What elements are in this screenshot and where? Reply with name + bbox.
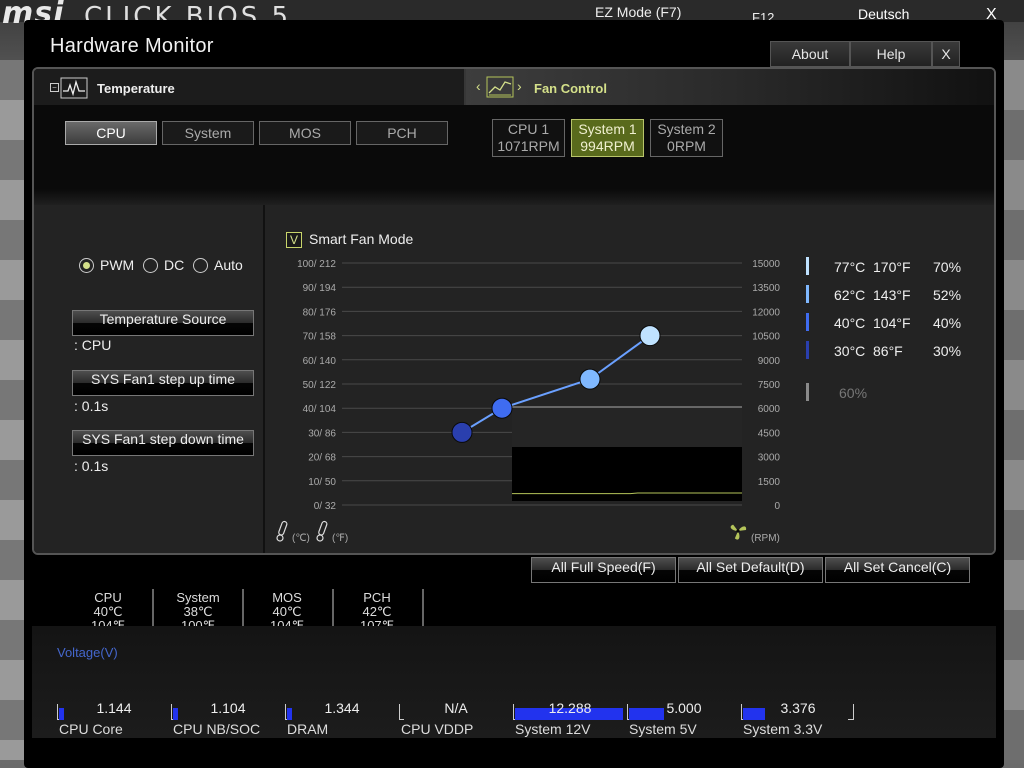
thermometer-tube — [278, 520, 288, 536]
legend-color-bar — [806, 341, 809, 359]
legend-color-bar — [806, 313, 809, 331]
right-axis-tick: 7500 — [758, 380, 781, 391]
legend-temp-c: 62°C — [834, 287, 866, 303]
right-axis-tick: 6000 — [758, 404, 781, 415]
x-axis-label-fahrenheit: (℉) — [332, 533, 348, 544]
left-axis-tick: 100/ 212 — [297, 259, 336, 270]
x-axis-label-celsius: (℃) — [292, 533, 310, 544]
temp-celsius: 40℃ — [93, 604, 123, 619]
right-axis-tick: 9000 — [758, 356, 781, 367]
legend-color-bar — [806, 257, 809, 275]
temp-name: System — [176, 590, 220, 605]
legend-temp-f: 170°F — [873, 259, 911, 275]
right-axis-tick: 3000 — [758, 453, 781, 464]
legend-percent: 30% — [933, 343, 962, 359]
legend-temp-f: 86°F — [873, 343, 903, 359]
fan-hub — [736, 529, 740, 533]
voltage-label: CPU VDDP — [401, 721, 474, 737]
help-button[interactable]: Help — [850, 41, 932, 67]
temp-celsius: 42℃ — [362, 604, 392, 619]
voltage-label: CPU Core — [59, 721, 123, 737]
about-button[interactable]: About — [770, 41, 850, 67]
legend-temp-c: 77°C — [834, 259, 866, 275]
temp-name: CPU — [94, 590, 122, 605]
legend-color-bar — [806, 285, 809, 303]
fan-icon — [730, 524, 747, 540]
temp-name: PCH — [363, 590, 391, 605]
left-axis-tick: 90/ 194 — [303, 283, 337, 294]
all-full-speed-button[interactable]: All Full Speed(F) — [531, 557, 676, 583]
dialog-title: Hardware Monitor — [50, 35, 214, 57]
legend-percent: 40% — [933, 315, 962, 331]
fan-curve-point — [451, 421, 473, 443]
legend-color-bar — [806, 383, 809, 401]
all-set-default-button[interactable]: All Set Default(D) — [678, 557, 823, 583]
left-axis-tick: 0/ 32 — [314, 501, 337, 512]
fan-curve-point — [579, 368, 601, 390]
voltage-label: DRAM — [287, 721, 329, 737]
legend-temp-c: 30°C — [834, 343, 866, 359]
rpm-history-shade — [512, 407, 742, 447]
close-button[interactable]: X — [932, 41, 960, 67]
right-axis-tick: 12000 — [752, 307, 780, 318]
voltage-value: 5.000 — [666, 700, 702, 716]
right-axis-tick: 13500 — [752, 283, 780, 294]
voltage-value: 1.144 — [96, 700, 132, 716]
rpm-axis-label: (RPM) — [751, 533, 780, 544]
left-axis-tick: 30/ 86 — [308, 428, 336, 439]
all-set-cancel-button[interactable]: All Set Cancel(C) — [825, 557, 970, 583]
left-axis-tick: 70/ 158 — [303, 332, 337, 343]
fan-curve-chart: 100/ 212 1500090/ 194 1350080/ 176 1200070/… — [276, 259, 781, 544]
voltage-label: System 3.3V — [743, 721, 823, 737]
legend-temp-f: 104°F — [873, 315, 911, 331]
bg-left-edge — [0, 60, 24, 760]
fan-curve-point — [639, 325, 661, 347]
temp-celsius: 38℃ — [183, 604, 213, 619]
bios-subtitle: CLICK BIOS 5 — [84, 2, 292, 22]
thermometer-fahrenheit-icon — [316, 520, 328, 542]
bg-right-edge — [1004, 60, 1024, 760]
voltage-track-end — [848, 719, 854, 720]
right-axis-tick: 0 — [774, 501, 780, 512]
temp-name: MOS — [272, 590, 302, 605]
voltage-value: 1.104 — [210, 700, 246, 716]
voltage-track-end — [853, 704, 854, 720]
voltage-title: Voltage(V) — [57, 645, 118, 660]
thermometer-bulb — [316, 534, 324, 542]
monitor-panel: − Temperature ‹ › Fan Control CPU System… — [32, 67, 996, 555]
left-axis-tick: 50/ 122 — [303, 380, 337, 391]
thermometer-bulb — [276, 534, 284, 542]
thermometer-tube — [318, 520, 328, 536]
right-axis-tick: 10500 — [752, 332, 780, 343]
right-axis-tick: 4500 — [758, 428, 781, 439]
fan-curve-point — [491, 397, 513, 419]
ez-mode-button[interactable]: EZ Mode (F7) — [595, 4, 681, 20]
legend-percent: 52% — [933, 287, 962, 303]
thermometer-celsius-icon — [276, 520, 288, 542]
voltage-label: System 12V — [515, 721, 591, 737]
right-axis-tick: 1500 — [758, 477, 781, 488]
voltage-label: System 5V — [629, 721, 697, 737]
voltage-value: 1.344 — [324, 700, 360, 716]
left-axis-tick: 10/ 50 — [308, 477, 336, 488]
voltage-value: N/A — [444, 700, 468, 716]
legend-temp-c: 40°C — [834, 315, 866, 331]
right-axis-tick: 15000 — [752, 259, 780, 270]
temp-celsius: 40℃ — [272, 604, 302, 619]
voltage-value: 3.376 — [780, 700, 816, 716]
voltage-value: 12.288 — [548, 700, 592, 716]
left-axis-tick: 40/ 104 — [303, 404, 337, 415]
left-axis-tick: 60/ 140 — [303, 356, 337, 367]
left-axis-tick: 20/ 68 — [308, 453, 336, 464]
left-axis-tick: 80/ 176 — [303, 307, 337, 318]
voltage-label: CPU NB/SOC — [173, 721, 261, 737]
legend-extra-percent: 60% — [839, 385, 868, 401]
legend-temp-f: 143°F — [873, 287, 911, 303]
legend-percent: 70% — [933, 259, 962, 275]
